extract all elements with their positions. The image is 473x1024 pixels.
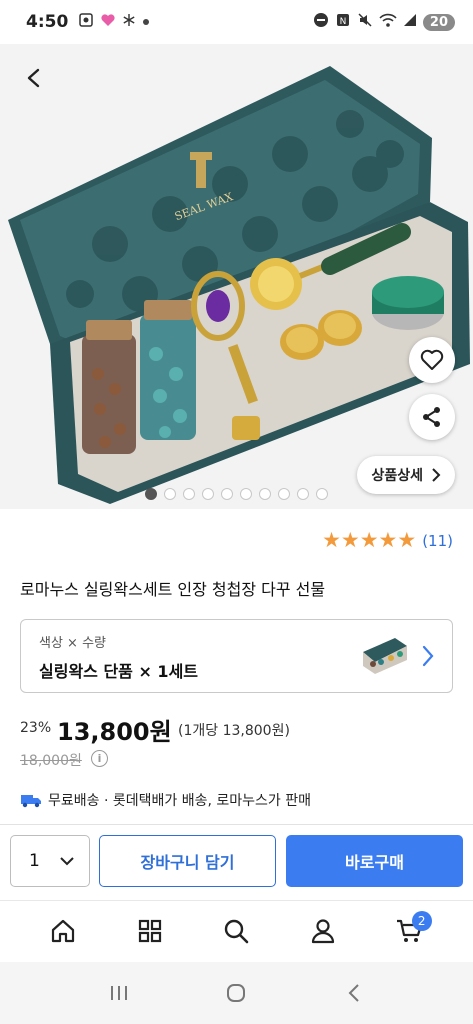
heart-notification-icon: [100, 12, 116, 32]
share-button[interactable]: [409, 394, 455, 440]
system-status-icons: N 20: [313, 12, 455, 32]
nav-categories[interactable]: [126, 907, 174, 955]
share-icon: [423, 407, 440, 427]
cart-count-badge: 2: [411, 911, 432, 931]
signal-icon: [403, 13, 417, 31]
nav-cart[interactable]: 2: [386, 907, 434, 955]
sale-price: 13,800원: [57, 718, 172, 746]
carousel-dot[interactable]: [240, 488, 252, 500]
dnd-icon: [313, 12, 329, 32]
carousel-dot[interactable]: [164, 488, 176, 500]
star-icon: ★: [397, 528, 417, 552]
product-detail-button[interactable]: 상품상세: [357, 456, 455, 494]
discount-rate: 23%: [20, 720, 52, 736]
shipping-info: 무료배송 · 롯데택배가 배송, 로마누스가 판매: [20, 790, 311, 810]
search-icon: [225, 919, 249, 944]
chevron-down-icon: [60, 857, 74, 866]
nfc-icon: N: [335, 12, 351, 32]
unit-price: (1개당 13,800원): [178, 723, 290, 739]
dot-icon: [142, 15, 150, 30]
bottom-nav: 2: [0, 901, 473, 961]
rating-stars: ★★★★★: [322, 530, 416, 551]
option-thumbnail: [363, 638, 407, 674]
star-icon: ★: [378, 528, 398, 552]
chevron-right-icon: [422, 645, 434, 667]
nav-search[interactable]: [212, 907, 260, 955]
system-back-button[interactable]: [334, 973, 374, 1013]
carousel-dot[interactable]: [221, 488, 233, 500]
carousel-dot[interactable]: [259, 488, 271, 500]
carousel-dot[interactable]: [297, 488, 309, 500]
nav-my-page[interactable]: [299, 907, 347, 955]
status-bar: 4:50 N 20: [0, 0, 473, 44]
back-button[interactable]: [14, 58, 54, 98]
home-circle-icon: [227, 984, 246, 1002]
star-icon: ★: [322, 528, 341, 552]
option-value: 실링왁스 단품 × 1세트: [39, 662, 199, 681]
wishlist-button[interactable]: [409, 337, 455, 383]
carousel-dot[interactable]: [316, 488, 328, 500]
profile-icon: [311, 919, 335, 944]
buy-now-button[interactable]: 바로구매: [286, 835, 463, 887]
snowflake-icon: [122, 13, 136, 31]
option-label: 색상 × 수량: [39, 636, 106, 651]
nav-home[interactable]: [39, 907, 87, 955]
wax-bead-jar: [82, 320, 136, 454]
add-to-cart-button[interactable]: 장바구니 담기: [99, 835, 276, 887]
chevron-right-icon: [432, 468, 441, 482]
carousel-dot[interactable]: [145, 488, 157, 500]
battery-indicator: 20: [422, 13, 455, 31]
status-time: 4:50: [26, 12, 69, 32]
mute-icon: [357, 12, 373, 32]
carousel-dot[interactable]: [183, 488, 195, 500]
quantity-select[interactable]: 1: [10, 835, 90, 887]
notification-icons: [78, 12, 150, 32]
divider: [0, 824, 473, 825]
product-title: 로마누스 실링왁스세트 인장 청첩장 다꾸 선물: [20, 580, 326, 599]
back-arrow-icon: [348, 984, 359, 1002]
carousel-dot[interactable]: [278, 488, 290, 500]
system-navigation-bar: [0, 962, 473, 1024]
recent-apps-icon: [110, 986, 127, 1000]
carousel-dot[interactable]: [202, 488, 214, 500]
product-photo: SEAL WAX: [8, 66, 470, 504]
product-image-carousel[interactable]: SEAL WAX 상품상세: [0, 44, 473, 509]
chevron-left-icon: [27, 68, 40, 88]
option-selector[interactable]: 색상 × 수량 실링왁스 단품 × 1세트: [20, 619, 453, 693]
home-icon: [52, 919, 75, 943]
heart-icon: [420, 349, 444, 370]
recent-apps-button[interactable]: [99, 973, 139, 1013]
shipping-text: 무료배송 · 롯데택배가 배송, 로마누스가 판매: [48, 793, 311, 809]
star-icon: ★: [340, 528, 360, 552]
wifi-icon: [379, 12, 397, 32]
original-price: 18,000원: [20, 753, 82, 769]
star-icon: ★: [359, 528, 379, 552]
review-count[interactable]: (11): [422, 532, 453, 550]
product-detail-label: 상품상세: [371, 468, 423, 484]
info-icon[interactable]: i: [91, 750, 108, 767]
home-button[interactable]: [216, 973, 256, 1013]
tea-candle: [372, 276, 444, 330]
rating-summary[interactable]: ★★★★★ (11): [322, 530, 453, 551]
quantity-value: 1: [29, 851, 40, 871]
wax-bead-jar: [140, 300, 196, 440]
truck-icon: [21, 795, 41, 808]
svg-text:N: N: [340, 17, 347, 27]
screenshot-icon: [78, 12, 94, 32]
grid-icon: [138, 919, 161, 943]
